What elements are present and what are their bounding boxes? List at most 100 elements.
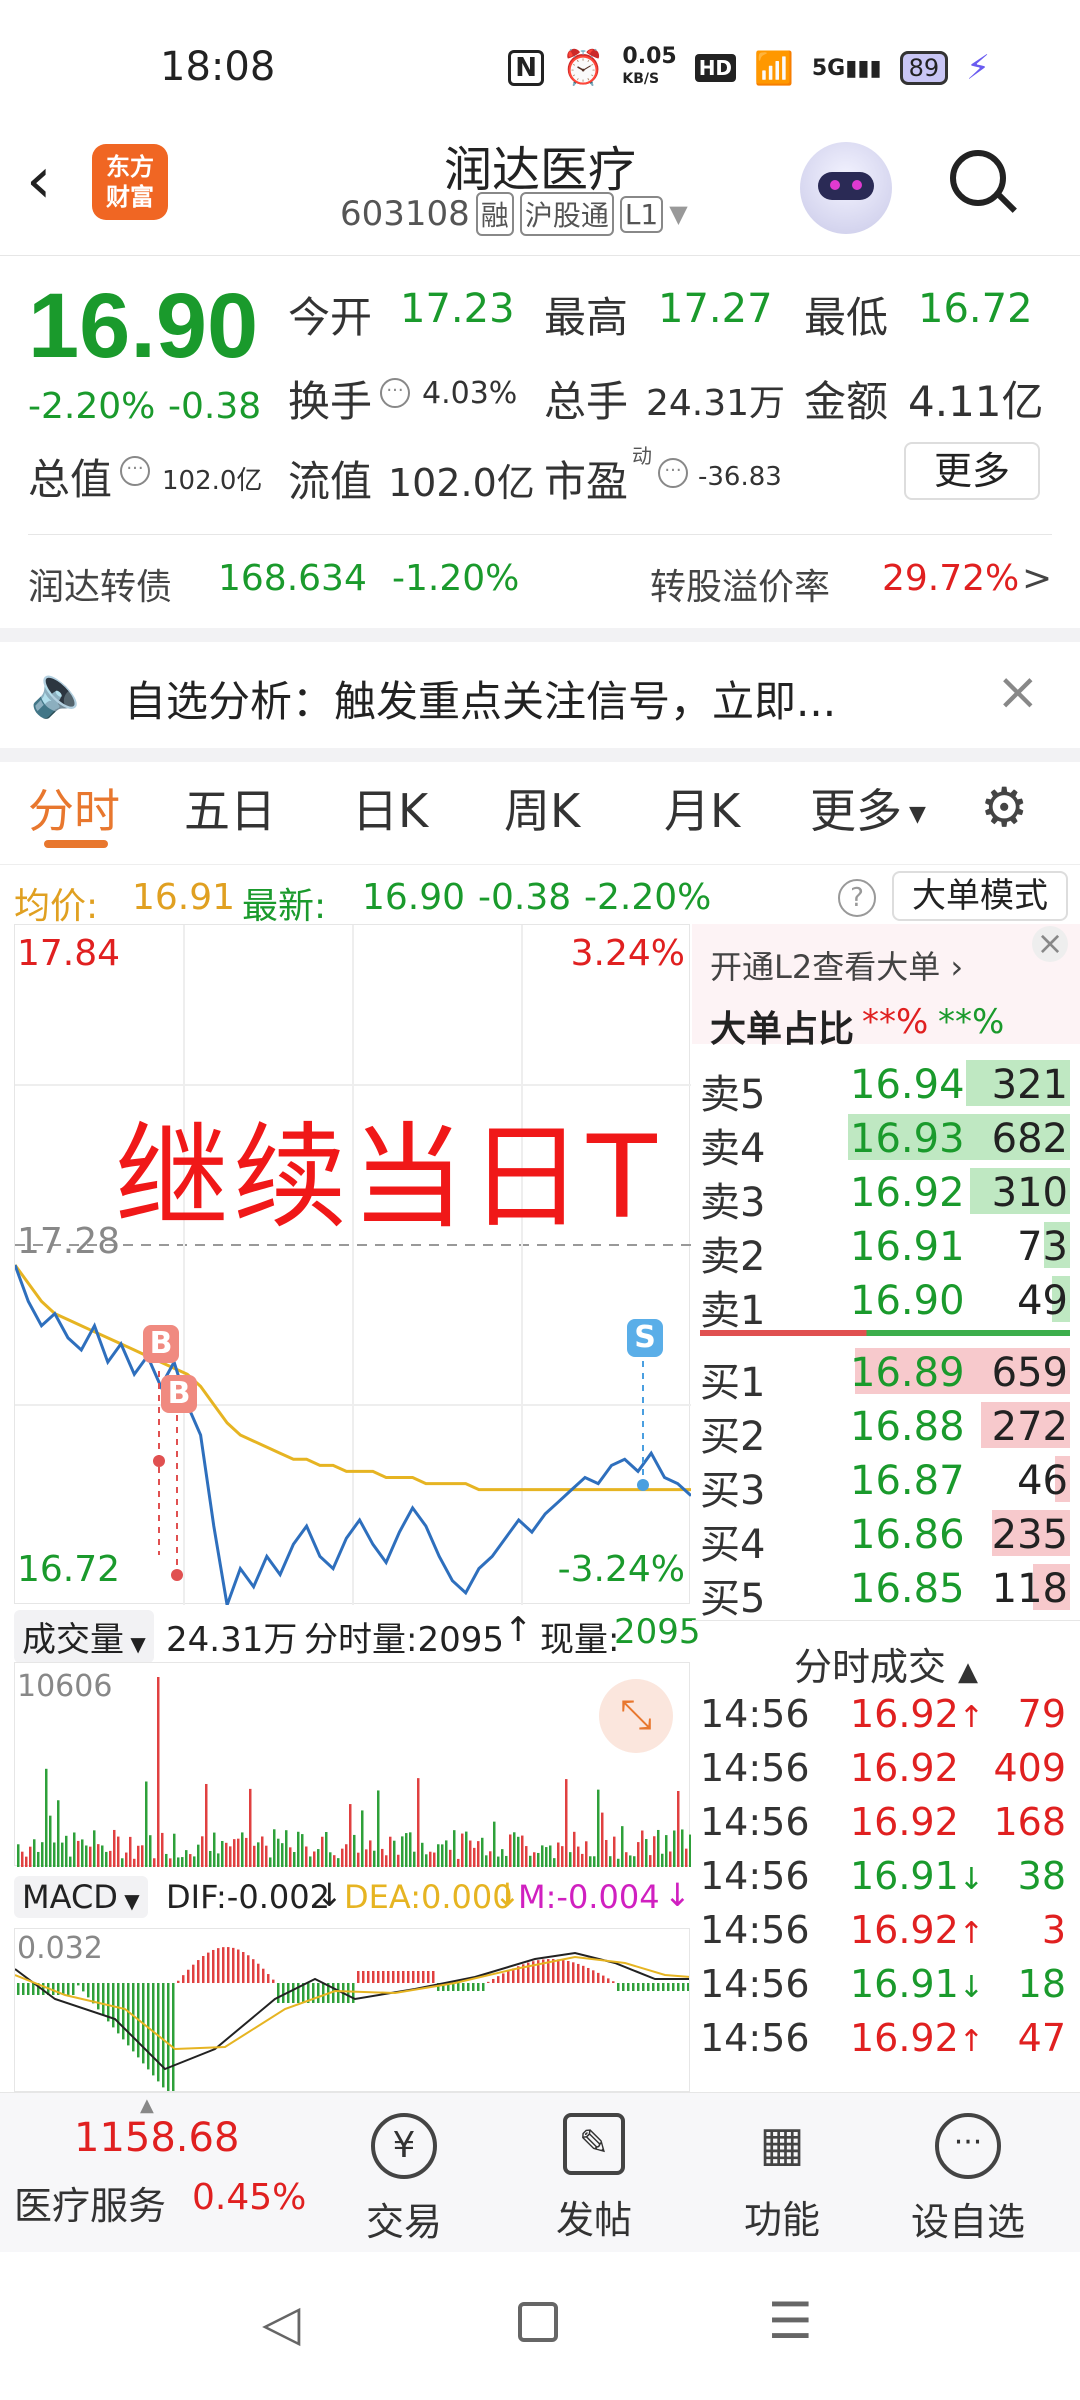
info-icon[interactable]: ··· [380, 378, 410, 408]
high-label: 最高 [544, 293, 629, 342]
low-label: 最低 [804, 293, 889, 342]
tick-row: 14:56 16.92 409 [700, 1744, 1070, 1798]
nav-add-watchlist[interactable]: ··· 设自选 [898, 2113, 1038, 2246]
tick-volume-arrow: ↑ [504, 1610, 533, 1650]
help-icon[interactable]: ? [838, 879, 876, 917]
nav-functions[interactable]: ▦ 功能 [712, 2113, 852, 2244]
open-label: 今开 [288, 293, 373, 342]
tick-list: 14:56 16.92↑ 79 14:56 16.92 409 14:56 16.92 168 1… [0, 1690, 1080, 2090]
l2-panel: 开通L2查看大单 › × 大单占比 **% **% [692, 924, 1080, 1050]
tab-weekly-k[interactable]: 周K [504, 775, 580, 841]
order-book-row: 卖1 16.90 49 [700, 1274, 1070, 1334]
volume-value: 24.31万 [646, 383, 786, 424]
hd-icon: HD [694, 54, 737, 82]
tick-price: 16.92 [850, 1800, 959, 1844]
tab-more[interactable]: 更多 ▼ [810, 775, 926, 841]
avg-label: 均价: [14, 886, 99, 927]
float-label: 流值 [288, 457, 373, 506]
tag-margin: 融 [475, 192, 514, 236]
more-button[interactable]: 更多 [904, 442, 1040, 500]
tab-monthly-k[interactable]: 月K [664, 775, 740, 841]
change-pct: -2.20% [28, 386, 156, 427]
big-order-ratio-sell: **% [862, 1002, 929, 1042]
premium-label: 转股溢价率 [650, 567, 831, 608]
avg-price-row: 均价: 16.91 最新: 16.90 -0.38 -2.20% ? 大单模式 [0, 864, 1080, 927]
home-square-icon[interactable] [518, 2302, 558, 2342]
volume-indicator-select[interactable]: 成交量 ▼ [14, 1610, 154, 1663]
big-order-mode-button[interactable]: 大单模式 [892, 871, 1068, 921]
quote-block: 16.90 -2.20% -0.38 总值 ··· 102.0亿 今开 17.2… [0, 256, 1080, 536]
info-icon[interactable]: ··· [658, 458, 688, 488]
order-book-row: 卖5 16.94 321 [700, 1058, 1070, 1118]
level-price: 16.88 [850, 1404, 965, 1450]
tick-price: 16.92↑ [850, 2016, 984, 2060]
tab-daily-k[interactable]: 日K [352, 775, 428, 841]
battery-icon: 89 [899, 51, 949, 85]
system-nav-bar: ◁ ☰ [0, 2252, 1080, 2400]
level-price: 16.91 [850, 1224, 965, 1270]
tick-time: 14:56 [700, 1908, 810, 1952]
index-name[interactable]: 医疗服务 [14, 2175, 166, 2230]
status-icons: N ⏰ 0.05 KB/S HD 📶 5G▮▮▮ 89 ⚡ [508, 46, 990, 90]
tick-volume: 38 [1017, 1854, 1066, 1898]
tick-row: 14:56 16.92↑ 3 [700, 1906, 1070, 1960]
tab-indicator [44, 840, 108, 848]
tab-five-day[interactable]: 五日 [184, 775, 276, 841]
nav-post[interactable]: ✎ 发帖 [524, 2113, 664, 2244]
tick-time: 14:56 [700, 1692, 810, 1736]
pe-sup: 动 [632, 444, 652, 468]
latest-value: 16.90 [362, 877, 466, 918]
order-book-row: 买1 16.89 659 [700, 1346, 1070, 1406]
l2-promo-link[interactable]: 开通L2查看大单 › [710, 942, 963, 988]
ask-list: 卖5 16.94 321 卖4 16.93 682 卖3 16.92 310 卖2 16.91 73 卖… [0, 1058, 1080, 1334]
tick-time: 14:56 [700, 1800, 810, 1844]
back-triangle-icon[interactable]: ◁ [262, 2294, 300, 2352]
tick-row: 14:56 16.92 168 [700, 1798, 1070, 1852]
level-volume: 310 [991, 1170, 1068, 1216]
level-volume: 272 [991, 1404, 1068, 1450]
status-bar: 18:08 N ⏰ 0.05 KB/S HD 📶 5G▮▮▮ 89 ⚡ [0, 0, 1080, 130]
level-label: 买5 [700, 1576, 766, 1622]
close-icon[interactable]: × [1032, 926, 1068, 962]
tick-direction-icon: ↓ [958, 1970, 984, 2005]
high-value: 17.27 [658, 286, 773, 332]
close-icon[interactable]: × [996, 662, 1040, 722]
recents-menu-icon[interactable]: ☰ [768, 2292, 813, 2350]
tick-direction-icon: ↑ [958, 1700, 984, 1735]
tick-time: 14:56 [700, 1746, 810, 1790]
convertible-bond-row[interactable]: 润达转债 168.634 -1.20% 转股溢价率 29.72% > [0, 552, 1080, 616]
level-price: 16.89 [850, 1350, 965, 1396]
level-volume: 321 [991, 1062, 1068, 1108]
divider [0, 628, 1080, 642]
notice-banner[interactable]: 🔈 自选分析：触发重点关注信号，立即... × [0, 642, 1080, 748]
order-book-row: 卖4 16.93 682 [700, 1112, 1070, 1172]
amount-value: 4.11亿 [908, 377, 1044, 426]
turnover-value: 4.03% [422, 376, 518, 411]
settings-gear-icon[interactable]: ⚙ [980, 776, 1028, 839]
signal-icon: 5G▮▮▮ [811, 55, 882, 81]
bond-change: -1.20% [392, 558, 520, 599]
tick-row: 14:56 16.91↓ 38 [700, 1852, 1070, 1906]
order-book-row: 买4 16.86 235 [700, 1508, 1070, 1568]
nav-trade[interactable]: ¥ 交易 [334, 2113, 474, 2246]
level-volume: 682 [991, 1116, 1068, 1162]
robot-avatar[interactable] [800, 142, 892, 234]
divider [0, 748, 1080, 762]
tab-intraday[interactable]: 分时 [28, 775, 120, 841]
tick-volume: 18 [1017, 1962, 1066, 2006]
dropdown-icon[interactable]: ▼ [669, 200, 687, 228]
tick-volume: 79 [1017, 1692, 1066, 1736]
float-value: 102.0亿 [388, 461, 535, 505]
info-icon[interactable]: ··· [120, 456, 150, 486]
tick-direction-icon: ↑ [958, 1916, 984, 1951]
tick-direction-icon: ↑ [958, 2024, 984, 2059]
mktcap-label: 总值 [28, 455, 113, 504]
now-volume-label: 现量: [540, 1620, 620, 1660]
search-icon[interactable] [950, 150, 1017, 216]
tick-header[interactable]: 分时成交 ▲ [692, 1636, 1080, 1691]
nfc-icon: N [508, 50, 545, 86]
speaker-icon: 🔈 [30, 662, 93, 720]
index-chevron-icon: ▲ [140, 2095, 154, 2116]
index-value[interactable]: 1158.68 [74, 2115, 239, 2161]
open-value: 17.23 [400, 286, 515, 332]
